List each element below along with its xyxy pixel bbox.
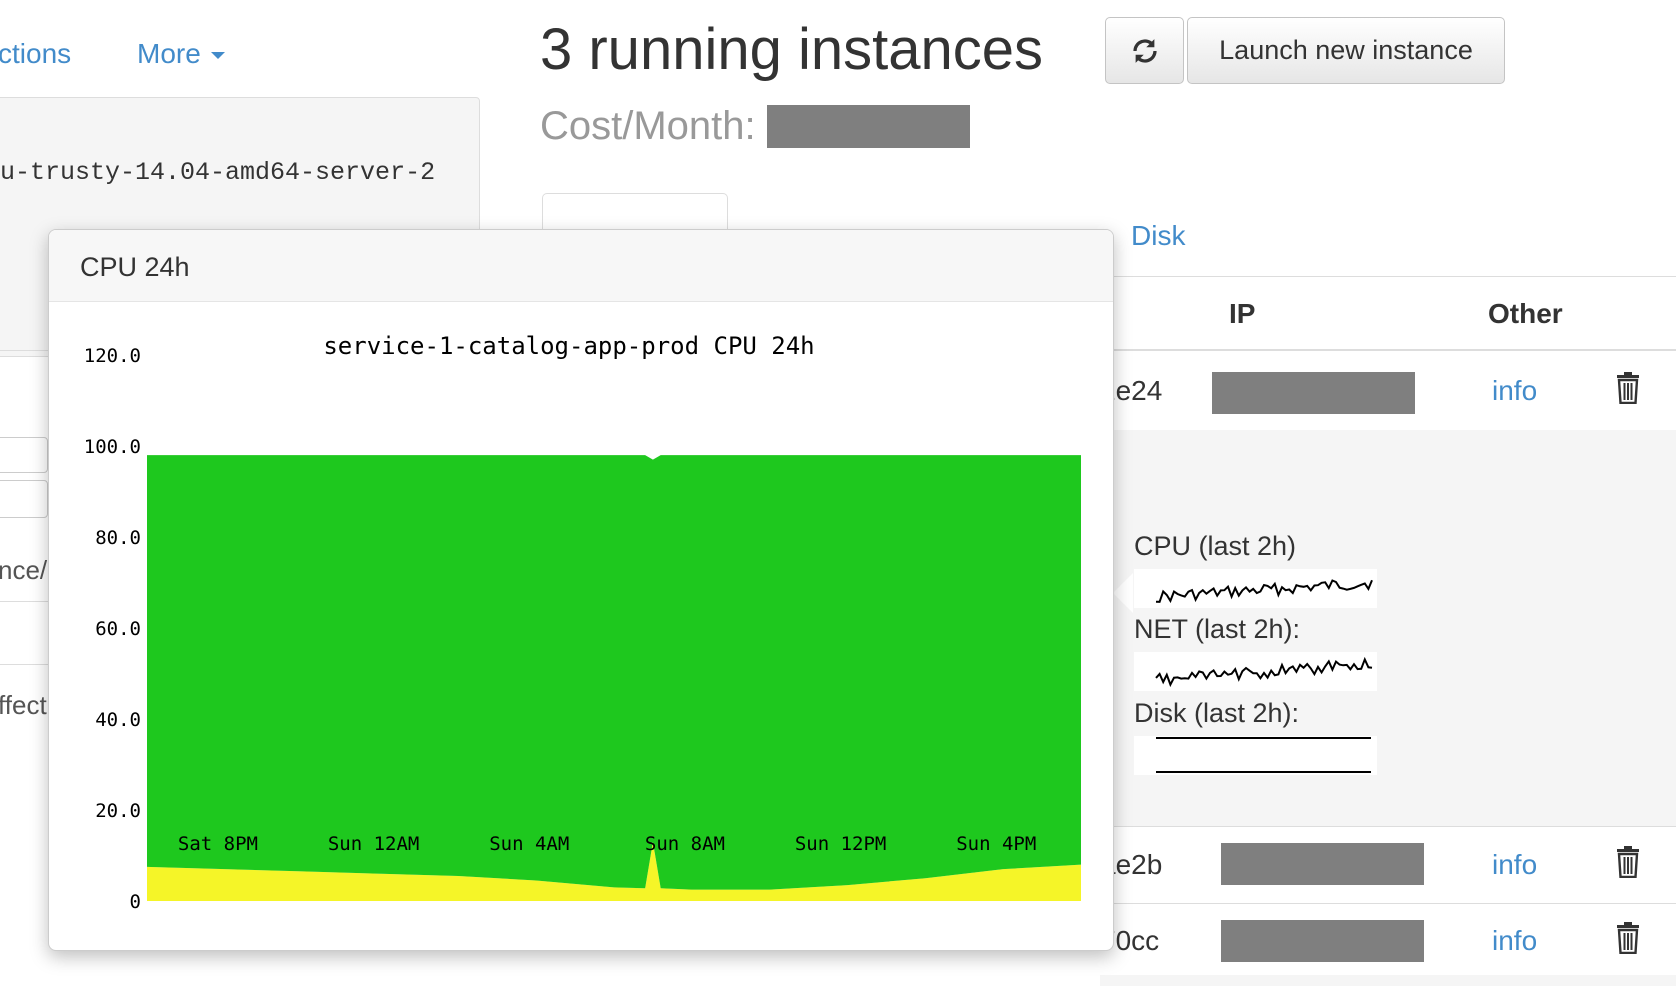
ami-name-text: u-trusty-14.04-amd64-server-2 bbox=[0, 158, 436, 187]
chart-title: service-1-catalog-app-prod CPU 24h bbox=[323, 332, 814, 360]
plot-area bbox=[147, 455, 1081, 901]
left-input-box[interactable] bbox=[0, 437, 48, 473]
cost-redacted-value bbox=[767, 105, 970, 148]
info-link[interactable]: info bbox=[1492, 925, 1537, 957]
y-tick-label: 80.0 bbox=[95, 527, 141, 549]
left-text-fragment: ffect bbox=[0, 690, 47, 720]
ip-redacted bbox=[1221, 843, 1424, 885]
caret-down-icon bbox=[210, 52, 225, 60]
x-tick-label: Sun 12AM bbox=[328, 833, 420, 855]
nav-more-dropdown[interactable]: More bbox=[137, 38, 225, 70]
net-sparkline-chart bbox=[1155, 656, 1373, 688]
net-sparkline-label: NET (last 2h): bbox=[1134, 614, 1301, 644]
x-tick-label: Sun 12PM bbox=[795, 833, 887, 855]
row-divider bbox=[1100, 826, 1676, 827]
divider bbox=[0, 350, 48, 351]
y-tick-label: 40.0 bbox=[95, 709, 141, 731]
cpu-24h-popover: CPU 24h service-1-catalog-app-prod CPU 2… bbox=[48, 229, 1114, 951]
trash-icon[interactable] bbox=[1616, 922, 1640, 954]
refresh-icon bbox=[1132, 38, 1157, 63]
tooltip-arrow bbox=[1113, 573, 1133, 613]
y-tick-label: 0 bbox=[130, 891, 141, 913]
page-title: 3 running instances bbox=[540, 17, 1043, 82]
divider bbox=[0, 664, 48, 665]
column-header-ip: IP bbox=[1229, 298, 1256, 329]
y-tick-label: 100.0 bbox=[84, 436, 141, 458]
divider bbox=[0, 601, 48, 602]
area-series-user bbox=[147, 455, 1081, 890]
row-bg bbox=[1100, 975, 1676, 986]
refresh-button[interactable] bbox=[1105, 17, 1184, 84]
info-link[interactable]: info bbox=[1492, 375, 1537, 407]
row-divider bbox=[1100, 903, 1676, 904]
ip-redacted bbox=[1221, 920, 1424, 962]
launch-instance-button[interactable]: Launch new instance bbox=[1187, 17, 1505, 84]
y-axis: 120.0 100.0 80.0 60.0 40.0 20.0 0 bbox=[84, 345, 141, 913]
disk-sparkline bbox=[1134, 736, 1377, 775]
left-input-box[interactable] bbox=[0, 480, 48, 518]
cpu-sparkline-chart bbox=[1155, 579, 1373, 604]
x-tick-label: Sat 8PM bbox=[178, 833, 258, 855]
nav-more-label: More bbox=[137, 38, 201, 69]
trash-icon[interactable] bbox=[1616, 846, 1640, 878]
tab-disk[interactable]: Disk bbox=[1131, 220, 1185, 252]
y-tick-label: 120.0 bbox=[84, 345, 141, 367]
info-link[interactable]: info bbox=[1492, 849, 1537, 881]
ip-redacted bbox=[1212, 372, 1415, 414]
popover-title: CPU 24h bbox=[49, 230, 1113, 302]
x-tick-label: Sun 4PM bbox=[956, 833, 1036, 855]
cpu-sparkline bbox=[1134, 569, 1377, 608]
column-header-other: Other bbox=[1488, 298, 1563, 329]
net-sparkline bbox=[1134, 652, 1377, 691]
y-tick-label: 60.0 bbox=[95, 618, 141, 640]
nav-actions-link[interactable]: ctions bbox=[0, 38, 71, 70]
y-tick-label: 20.0 bbox=[95, 800, 141, 822]
cpu-24h-chart: service-1-catalog-app-prod CPU 24h 120.0… bbox=[84, 332, 1081, 913]
header-divider bbox=[1100, 349, 1676, 351]
disk-sparkline-label: Disk (last 2h): bbox=[1134, 698, 1300, 728]
trash-icon[interactable] bbox=[1616, 372, 1640, 404]
x-tick-label: Sun 4AM bbox=[489, 833, 569, 855]
x-tick-label: Sun 8AM bbox=[645, 833, 725, 855]
disk-sparkline-chart bbox=[1156, 737, 1371, 773]
app-window: ctions More u-trusty-14.04-amd64-server-… bbox=[0, 0, 1676, 986]
cpu-sparkline-label: CPU (last 2h) bbox=[1134, 531, 1297, 561]
cost-month-label: Cost/Month: bbox=[540, 104, 756, 148]
left-text-fragment: nce/ bbox=[0, 555, 48, 585]
